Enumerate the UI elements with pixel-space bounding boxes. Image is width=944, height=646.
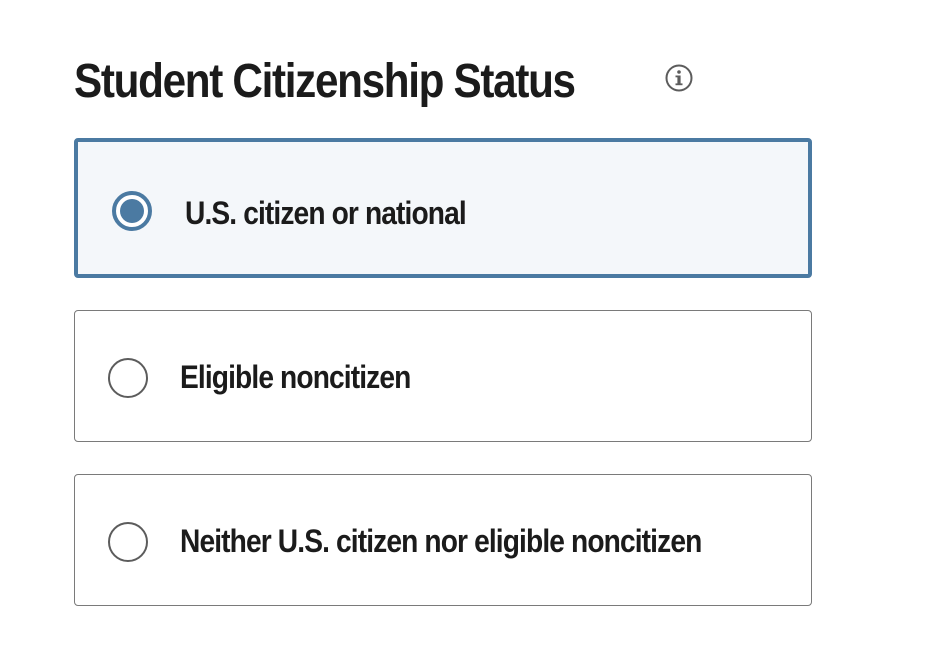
option-label: U.S. citizen or national: [185, 195, 467, 231]
radio-button-selected[interactable]: [112, 191, 152, 231]
page-title: Student Citizenship Status: [74, 54, 576, 108]
option-eligible-noncitizen[interactable]: Eligible noncitizen: [74, 310, 812, 442]
option-neither[interactable]: Neither U.S. citizen nor eligible noncit…: [74, 474, 812, 606]
radio-button[interactable]: [108, 358, 148, 398]
section-header: Student Citizenship Status: [74, 46, 693, 116]
radio-button[interactable]: [108, 522, 148, 562]
info-icon[interactable]: [664, 63, 694, 93]
option-us-citizen[interactable]: U.S. citizen or national: [74, 138, 812, 278]
option-label: Eligible noncitizen: [180, 359, 411, 395]
option-label: Neither U.S. citizen nor eligible noncit…: [180, 523, 702, 559]
